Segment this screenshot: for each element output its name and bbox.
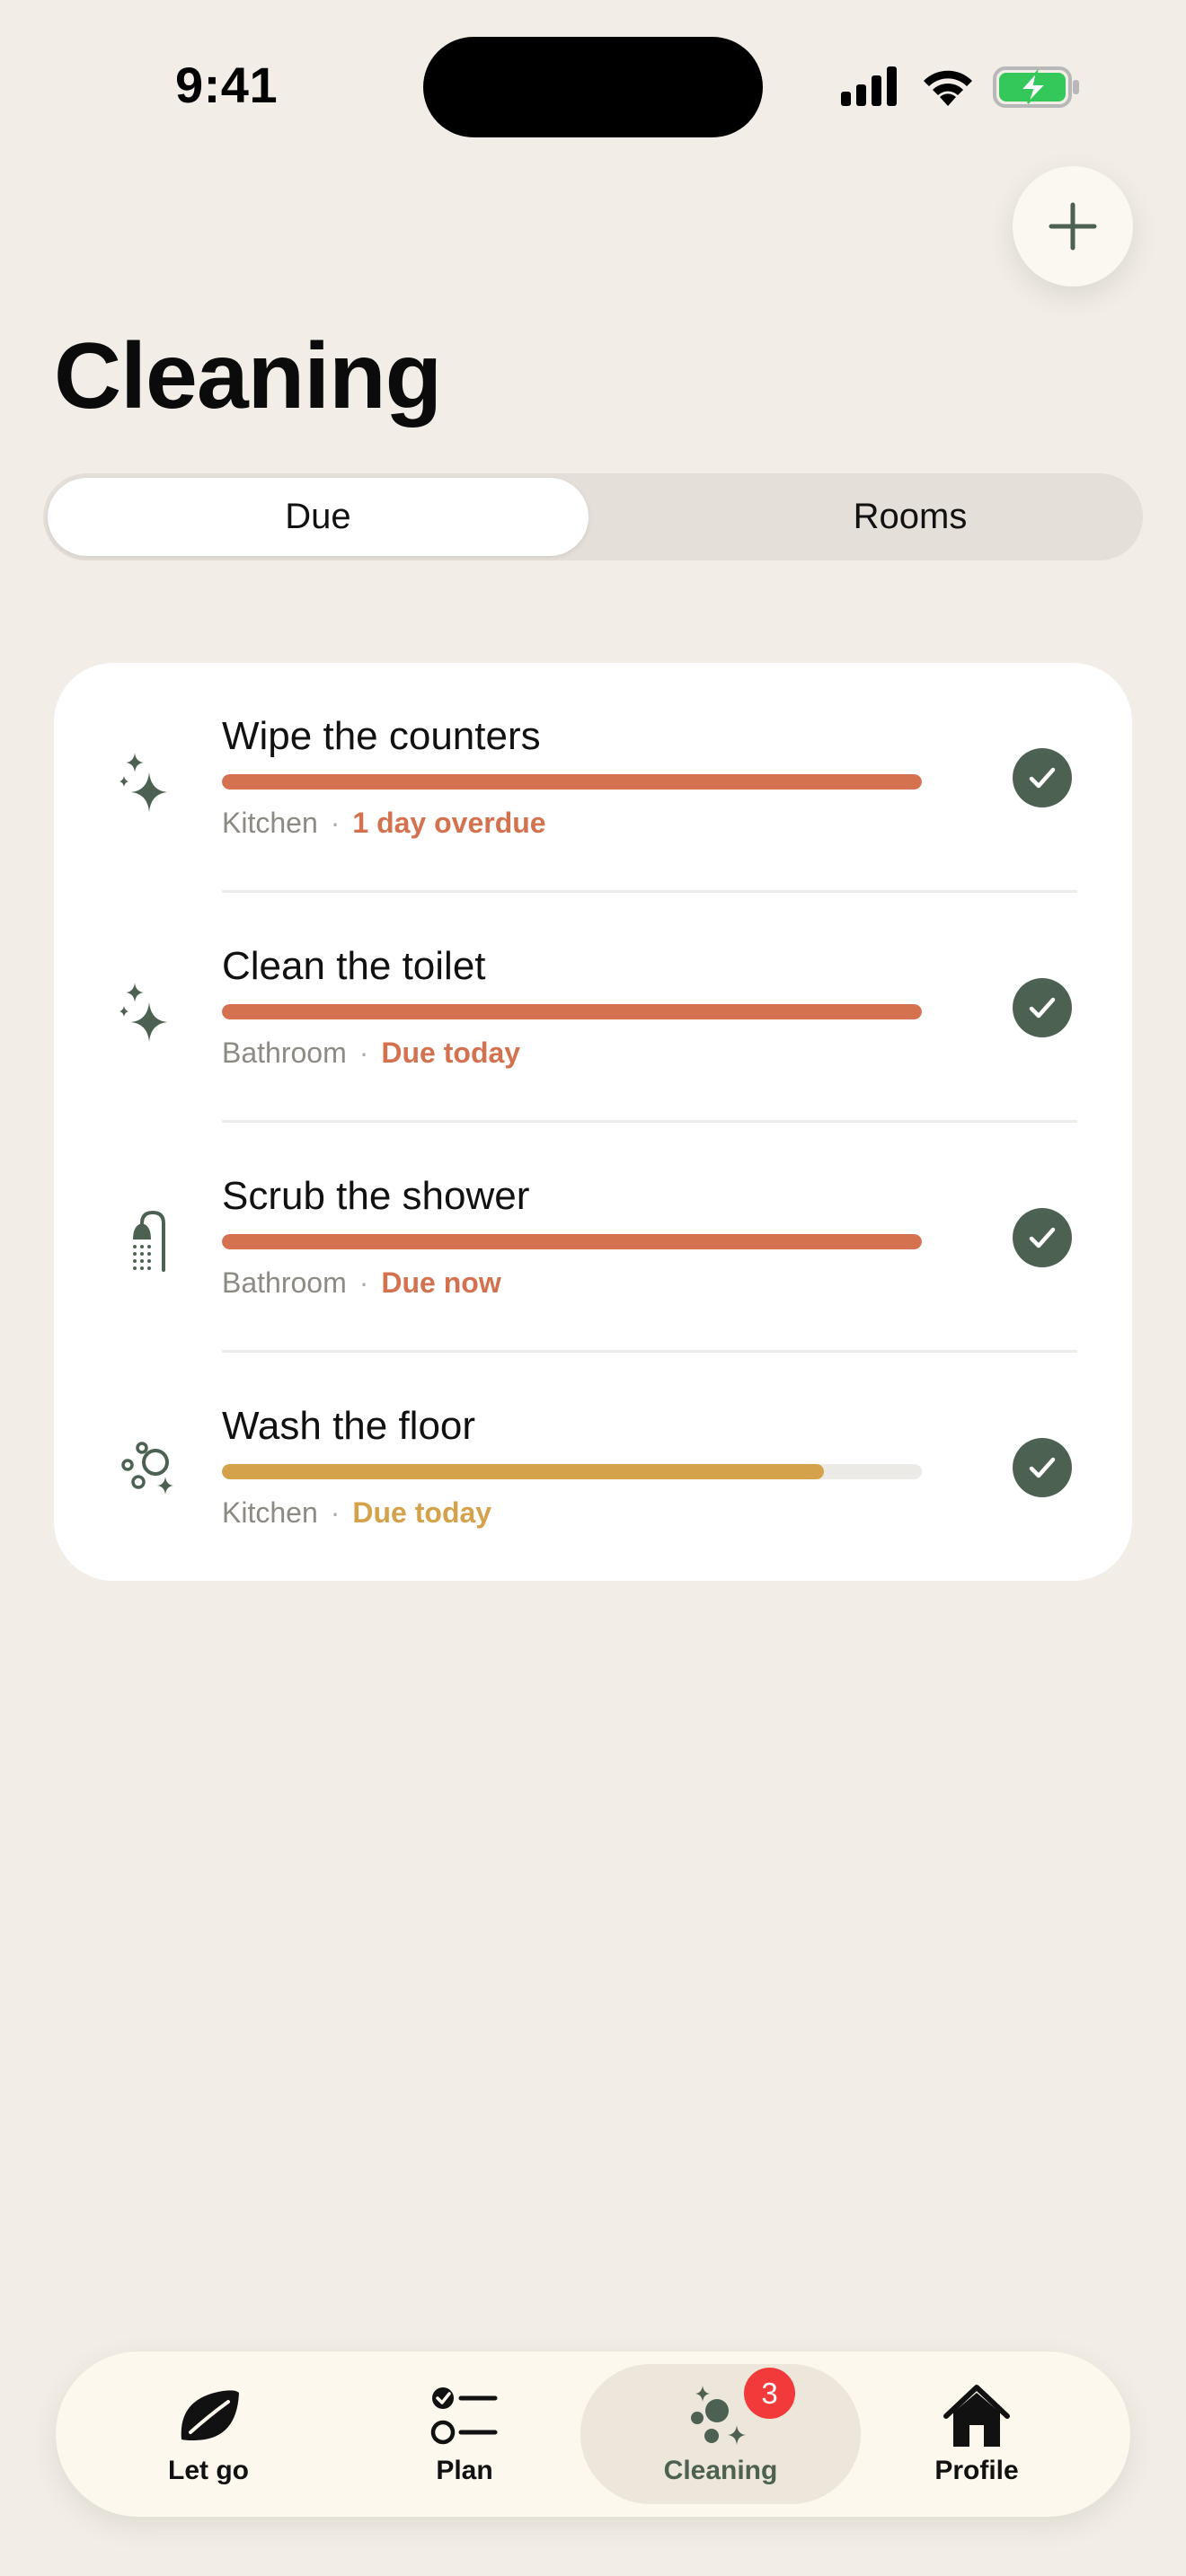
- task-progress-fill: [222, 1004, 922, 1019]
- tab-label: Let go: [168, 2456, 249, 2485]
- complete-task-button[interactable]: [1013, 748, 1072, 807]
- house-icon: [943, 2385, 1010, 2447]
- segment-due[interactable]: Due: [48, 478, 589, 556]
- battery-charging-icon: [993, 66, 1079, 108]
- tab-bar: Let go Plan Cleaning 3 Profile: [56, 2351, 1130, 2517]
- page-title: Cleaning: [54, 324, 442, 428]
- wifi-icon: [924, 70, 972, 106]
- leaf-icon: [181, 2390, 239, 2440]
- shower-icon: [133, 1210, 165, 1272]
- task-meta: Kitchen · 1 day overdue: [222, 807, 546, 840]
- task-row[interactable]: Wipe the counters Kitchen · 1 day overdue: [54, 663, 1132, 893]
- task-progress-bar: [222, 1464, 922, 1479]
- task-due-status: 1 day overdue: [352, 807, 546, 839]
- tab-label: Profile: [934, 2456, 1019, 2485]
- task-progress-bar: [222, 1004, 922, 1019]
- task-progress-fill: [222, 1234, 922, 1249]
- task-title: Wash the floor: [222, 1404, 476, 1448]
- task-room: Bathroom: [222, 1037, 347, 1069]
- checkmark-icon: [1029, 997, 1056, 1019]
- cellular-signal-icon: [841, 66, 897, 106]
- complete-task-button[interactable]: [1013, 978, 1072, 1037]
- complete-task-button[interactable]: [1013, 1438, 1072, 1497]
- task-progress-fill: [222, 1464, 824, 1479]
- task-progress-fill: [222, 774, 922, 790]
- tab-label: Cleaning: [663, 2456, 778, 2485]
- dynamic-island: [423, 37, 763, 137]
- task-meta: Bathroom · Due now: [222, 1266, 501, 1300]
- task-title: Wipe the counters: [222, 714, 541, 758]
- task-row[interactable]: Wash the floor Kitchen · Due today: [54, 1353, 1132, 1583]
- task-title: Clean the toilet: [222, 944, 486, 988]
- meta-separator: ·: [358, 1266, 369, 1299]
- meta-separator: ·: [330, 1496, 341, 1529]
- task-meta: Kitchen · Due today: [222, 1496, 491, 1530]
- checkmark-icon: [1029, 1227, 1056, 1248]
- tab-let-go[interactable]: Let go: [78, 2351, 339, 2517]
- checklist-icon: [430, 2387, 498, 2445]
- meta-separator: ·: [358, 1037, 369, 1069]
- task-due-status: Due today: [381, 1037, 521, 1069]
- tab-plan[interactable]: Plan: [334, 2351, 595, 2517]
- checkmark-icon: [1029, 1457, 1056, 1478]
- task-row[interactable]: Clean the toilet Bathroom · Due today: [54, 893, 1132, 1123]
- tab-profile[interactable]: Profile: [846, 2351, 1107, 2517]
- notification-badge: 3: [744, 2368, 795, 2419]
- sparkles-icon: [119, 983, 167, 1042]
- task-due-status: Due today: [352, 1496, 492, 1529]
- segment-rooms[interactable]: Rooms: [636, 478, 1184, 556]
- task-progress-bar: [222, 1234, 922, 1249]
- task-progress-bar: [222, 774, 922, 790]
- task-row[interactable]: Scrub the shower Bathroom · Due now: [54, 1123, 1132, 1353]
- add-button[interactable]: [1013, 166, 1133, 287]
- complete-task-button[interactable]: [1013, 1208, 1072, 1267]
- task-list-card: Wipe the counters Kitchen · 1 day overdue …: [54, 663, 1132, 1581]
- task-due-status: Due now: [381, 1266, 501, 1299]
- tab-cleaning[interactable]: Cleaning: [590, 2351, 851, 2517]
- plus-icon: [1049, 202, 1097, 251]
- status-time: 9:41: [175, 57, 279, 113]
- task-meta: Bathroom · Due today: [222, 1037, 520, 1070]
- sparkles-icon: [119, 753, 167, 812]
- segmented-control: Due Rooms: [43, 473, 1143, 560]
- bubbles-icon: [121, 1442, 173, 1495]
- task-room: Bathroom: [222, 1266, 347, 1299]
- tab-label: Plan: [436, 2456, 493, 2485]
- checkmark-icon: [1029, 767, 1056, 789]
- task-room: Kitchen: [222, 1496, 318, 1529]
- meta-separator: ·: [330, 807, 341, 839]
- task-title: Scrub the shower: [222, 1174, 530, 1218]
- task-room: Kitchen: [222, 807, 318, 839]
